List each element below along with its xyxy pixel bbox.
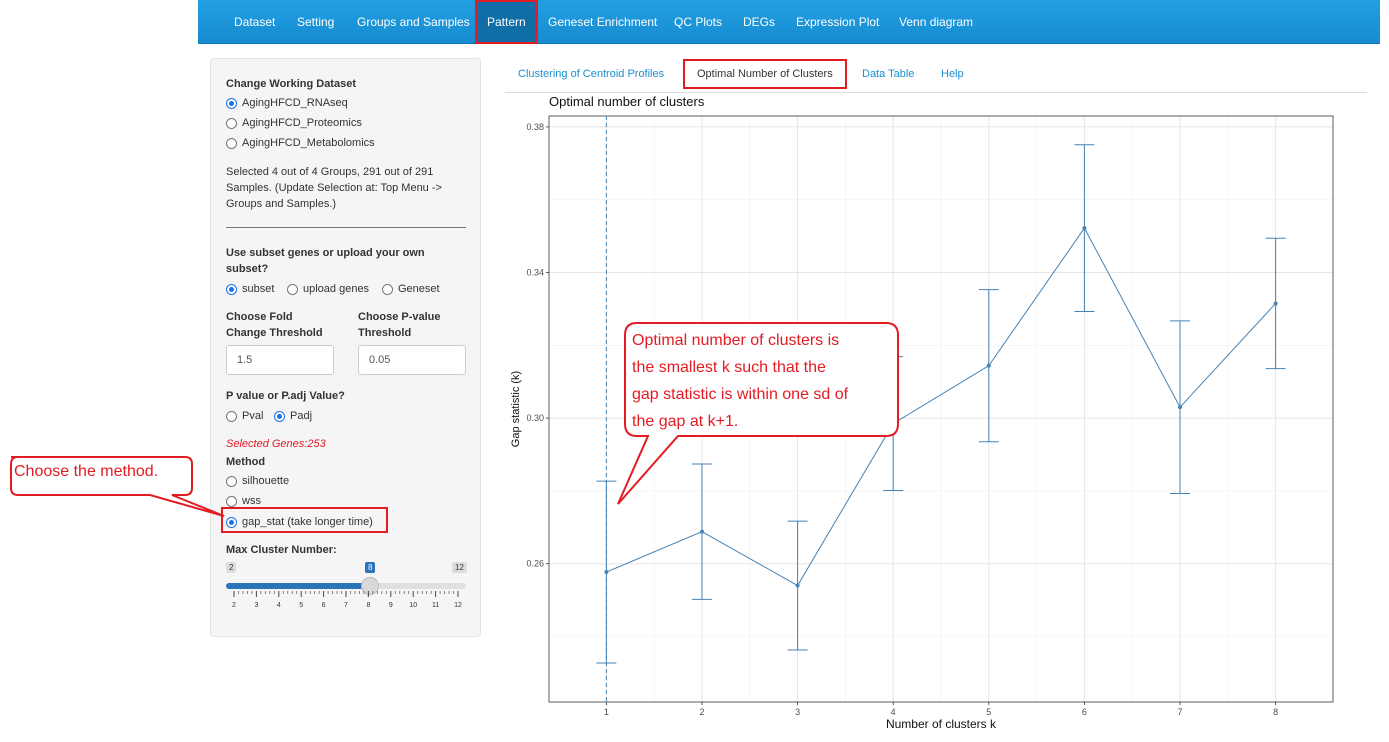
y-tick-label: 0.26: [526, 559, 544, 569]
data-point: [1082, 226, 1087, 231]
nav-groups-and-samples[interactable]: Groups and Samples: [357, 0, 470, 44]
x-tick-label: 7: [1178, 707, 1183, 717]
subset-label-upload[interactable]: upload genes: [303, 283, 369, 295]
x-tick-label: 1: [604, 707, 609, 717]
x-tick-label: 6: [1082, 707, 1087, 717]
data-point: [699, 529, 704, 534]
chart-callout-line-2: the smallest k such that the: [632, 359, 826, 376]
sidebar-panel: Change Working Dataset AgingHFCD_RNAseq …: [210, 58, 481, 637]
x-axis-label: Number of clusters k: [886, 717, 997, 731]
data-point: [1178, 405, 1183, 410]
data-point: [1273, 301, 1278, 306]
dataset-radio-proteomics[interactable]: [226, 118, 237, 129]
dataset-heading: Change Working Dataset: [226, 78, 356, 90]
selected-genes-count: Selected Genes:253: [226, 438, 326, 450]
max-cluster-heading: Max Cluster Number:: [226, 544, 337, 556]
pval-label-pval[interactable]: Pval: [242, 410, 263, 422]
nav-geneset-enrichment[interactable]: Geneset Enrichment: [548, 0, 657, 44]
data-point: [604, 570, 609, 575]
pvalue-threshold-input[interactable]: 0.05: [358, 345, 466, 375]
method-label-silhouette[interactable]: silhouette: [242, 475, 289, 487]
chart-callout-text: Optimal number of clusters is the smalle…: [632, 327, 902, 431]
subset-heading-line-2: subset?: [226, 263, 269, 275]
top-navbar: Dataset Setting Groups and Samples Patte…: [198, 0, 1380, 44]
slider-tick-label: 7: [344, 602, 348, 609]
dataset-label-metabolomics[interactable]: AgingHFCD_Metabolomics: [242, 137, 375, 149]
dataset-radio-rnaseq[interactable]: [226, 98, 237, 109]
fold-label-line-1: Choose Fold: [226, 311, 293, 323]
dataset-label-proteomics[interactable]: AgingHFCD_Proteomics: [242, 117, 362, 129]
pval-radio-pval[interactable]: [226, 411, 237, 422]
slider-value-label: 8: [365, 562, 376, 573]
fold-change-input[interactable]: 1.5: [226, 345, 334, 375]
slider-tick-label: 8: [366, 602, 370, 609]
slider-tick-label: 11: [432, 602, 439, 609]
y-tick-label: 0.34: [526, 268, 544, 278]
subset-radio-subset[interactable]: [226, 284, 237, 295]
tab-optimal-clusters[interactable]: Optimal Number of Clusters: [683, 59, 847, 89]
dataset-radio-metabolomics[interactable]: [226, 138, 237, 149]
nav-expression-plot[interactable]: Expression Plot: [796, 0, 879, 44]
y-axis-label: Gap statistic (k): [510, 371, 522, 447]
slider-tick-label: 6: [322, 602, 326, 609]
y-tick-label: 0.30: [526, 413, 544, 423]
dataset-label-rnaseq[interactable]: AgingHFCD_RNAseq: [242, 97, 348, 109]
nav-venn-diagram[interactable]: Venn diagram: [899, 0, 973, 44]
method-callout-text: Choose the method.: [14, 463, 159, 480]
subset-radio-upload[interactable]: [287, 284, 298, 295]
x-tick-label: 5: [986, 707, 991, 717]
pval-heading: P value or P.adj Value?: [226, 390, 345, 402]
selection-info-line-3: Groups and Samples.): [226, 198, 337, 210]
subset-label-subset[interactable]: subset: [242, 283, 274, 295]
pval-label-padj[interactable]: Padj: [290, 410, 312, 422]
subset-label-geneset[interactable]: Geneset: [398, 283, 440, 295]
slider-tick-label: 4: [277, 602, 281, 609]
x-tick-label: 3: [795, 707, 800, 717]
slider-tick-label: 2: [232, 602, 236, 609]
tab-underline: [505, 92, 1367, 93]
gap-stat-highlight-box: [221, 507, 388, 533]
chart-callout-line-4: the gap at k+1.: [632, 413, 739, 430]
sidebar-divider: [226, 227, 466, 228]
subset-heading-line-1: Use subset genes or upload your own: [226, 247, 425, 259]
pvalue-label-line-1: Choose P-value: [358, 311, 441, 323]
pvalue-label-line-2: Threshold: [358, 327, 412, 339]
data-point: [795, 583, 800, 588]
slider-min-label: 2: [226, 562, 237, 573]
x-tick-label: 8: [1273, 707, 1278, 717]
method-label-wss[interactable]: wss: [242, 495, 261, 507]
x-tick-label: 4: [891, 707, 896, 717]
x-tick-label: 2: [699, 707, 704, 717]
chart-callout-line-1: Optimal number of clusters is: [632, 332, 840, 349]
nav-pattern[interactable]: Pattern: [475, 0, 538, 44]
selection-info-line-2: Samples. (Update Selection at: Top Menu …: [226, 182, 442, 194]
slider-max-label: 12: [452, 562, 467, 573]
nav-setting[interactable]: Setting: [297, 0, 334, 44]
slider-tick-label: 5: [299, 602, 303, 609]
chart-callout-line-3: gap statistic is within one sd of: [632, 386, 849, 403]
data-point: [986, 363, 991, 368]
tab-clustering-centroid[interactable]: Clustering of Centroid Profiles: [518, 68, 664, 80]
slider-tick-label: 9: [389, 602, 393, 609]
nav-dataset[interactable]: Dataset: [234, 0, 275, 44]
selection-info-line-1: Selected 4 out of 4 Groups, 291 out of 2…: [226, 166, 434, 178]
y-tick-label: 0.38: [526, 122, 544, 132]
pval-radio-padj[interactable]: [274, 411, 285, 422]
slider-tick-label: 3: [254, 602, 258, 609]
slider-ticks: 2 3 4 5 6 7 8 9 10 11 12: [232, 591, 462, 609]
nav-qc-plots[interactable]: QC Plots: [674, 0, 722, 44]
fold-label-line-2: Change Threshold: [226, 327, 323, 339]
slider-tick-label: 12: [454, 602, 462, 609]
slider-tick-label: 10: [409, 602, 417, 609]
nav-degs[interactable]: DEGs: [743, 0, 775, 44]
tab-data-table[interactable]: Data Table: [862, 68, 914, 80]
tab-help[interactable]: Help: [941, 68, 964, 80]
subset-radio-geneset[interactable]: [382, 284, 393, 295]
